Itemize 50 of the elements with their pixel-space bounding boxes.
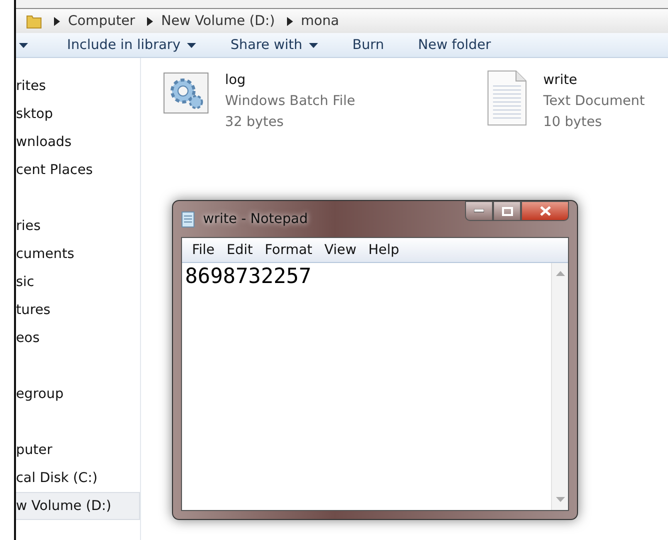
document-text: 8698732257 <box>185 264 312 288</box>
caret-icon <box>187 42 196 48</box>
nav-item[interactable]: wnloads <box>16 128 140 156</box>
gear-file-icon[interactable] <box>163 70 209 116</box>
maximize-button[interactable] <box>493 201 521 221</box>
menu-item[interactable]: View <box>318 242 362 258</box>
menu-item[interactable]: Format <box>258 242 318 258</box>
arrow-icon[interactable] <box>147 16 154 26</box>
caret-icon <box>309 42 318 48</box>
address-bar[interactable]: Computer New Volume (D:) mona <box>16 8 668 33</box>
nav-item[interactable]: tures <box>16 296 140 324</box>
nav-item[interactable]: ries <box>16 212 140 240</box>
menu-item[interactable]: Help <box>362 242 406 258</box>
text-area[interactable]: 8698732257 <box>182 263 568 510</box>
close-button[interactable] <box>521 201 569 221</box>
nav-item[interactable]: eos <box>16 324 140 352</box>
nav-item[interactable]: puter <box>16 436 140 464</box>
nav-item[interactable]: cent Places <box>16 156 140 184</box>
nav-item[interactable]: cal Disk (C:) <box>16 464 140 492</box>
file-size: 32 bytes <box>225 113 285 132</box>
toolbar-button[interactable]: Share with <box>219 33 330 57</box>
nav-item[interactable]: rites <box>16 72 140 100</box>
nav-item[interactable]: w Volume (D:) <box>16 492 140 520</box>
breadcrumb[interactable]: New Volume (D:) <box>161 13 275 29</box>
file-size: 10 bytes <box>543 113 603 132</box>
caret-icon <box>19 42 28 48</box>
window-title: write - Notepad <box>203 211 308 227</box>
nav-item[interactable]: sic <box>16 268 140 296</box>
folder-icon <box>26 13 42 29</box>
nav-item[interactable]: cuments <box>16 240 140 268</box>
nav-item[interactable]: egroup <box>16 380 140 408</box>
toolbar-button[interactable]: New folder <box>407 33 502 57</box>
arrow-icon[interactable] <box>54 16 60 26</box>
file-name[interactable]: log <box>225 70 356 91</box>
file-type: Windows Batch File <box>225 92 356 111</box>
minimize-button[interactable] <box>465 201 493 221</box>
file-name[interactable]: write <box>543 70 645 91</box>
menu-item[interactable]: Edit <box>220 242 259 258</box>
breadcrumb[interactable]: Computer <box>68 13 136 29</box>
minimize-icon <box>474 209 484 213</box>
file-type: Text Document <box>543 92 645 111</box>
nav-item[interactable]: sktop <box>16 100 140 128</box>
maximize-icon <box>502 206 512 216</box>
notepad-icon <box>181 210 195 228</box>
arrow-icon[interactable] <box>286 16 293 26</box>
toolbar-button[interactable]: Burn <box>341 33 396 57</box>
toolbar-button[interactable]: Include in library <box>56 33 208 57</box>
close-icon <box>540 206 550 216</box>
breadcrumb[interactable]: mona <box>300 13 340 29</box>
menu-item[interactable]: File <box>186 242 221 258</box>
